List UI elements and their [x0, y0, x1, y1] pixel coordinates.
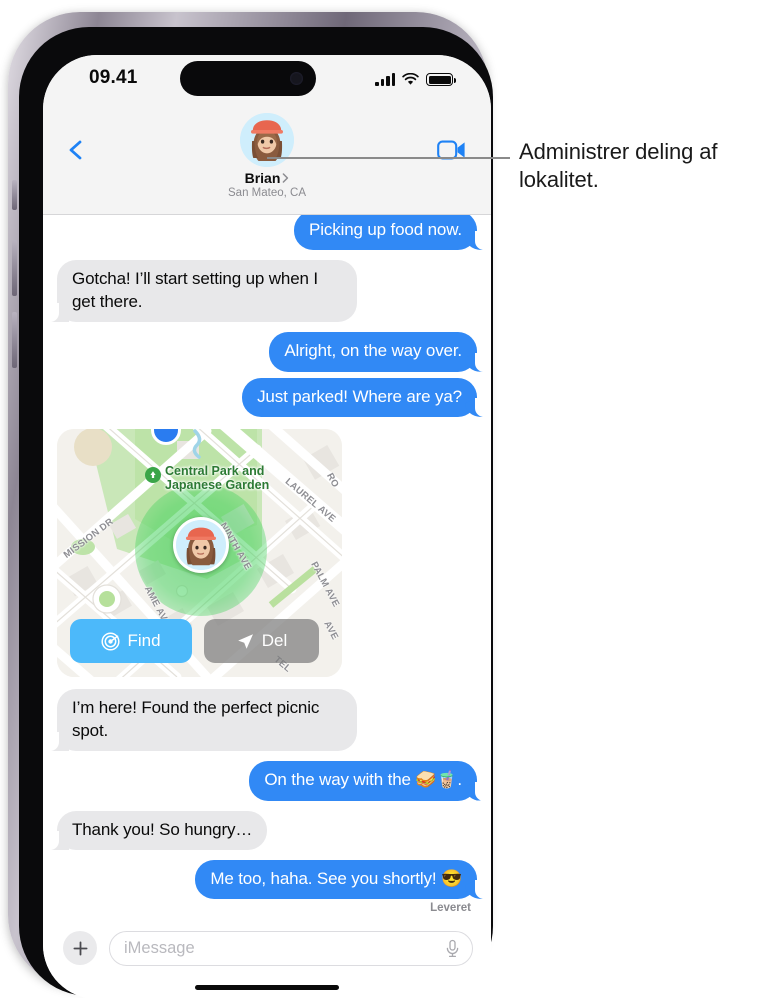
- callout-leader-line: [267, 157, 510, 160]
- battery-full-icon: [426, 73, 456, 86]
- wifi-icon: [402, 73, 419, 85]
- cellular-bars-icon: [375, 73, 395, 86]
- message-bubble-outgoing[interactable]: Alright, on the way over.: [269, 332, 484, 373]
- screenshot-stage: 09.41 Brian San Mateo, CA Picking up foo…: [0, 0, 763, 998]
- device-screen: 09.41 Brian San Mateo, CA Picking up foo…: [43, 55, 491, 998]
- contact-name-row[interactable]: Brian: [245, 170, 290, 186]
- message-bubble-outgoing[interactable]: Just parked! Where are ya?: [242, 377, 484, 418]
- home-indicator[interactable]: [195, 984, 339, 990]
- map-attachment-row: Central Park and Japanese Garden MISSION…: [43, 429, 491, 678]
- device-bezel: 09.41 Brian San Mateo, CA Picking up foo…: [19, 27, 493, 998]
- status-bar-indicators: [375, 68, 456, 86]
- message-row: Gotcha! I’ll start setting up when I get…: [43, 260, 491, 323]
- navigation-arrow-icon: [237, 633, 253, 649]
- message-bubble-incoming[interactable]: Thank you! So hungry…: [49, 810, 268, 851]
- message-row: On the way with the 🥪🧋.: [43, 761, 491, 801]
- silent-switch[interactable]: [12, 180, 17, 210]
- message-bubble-outgoing[interactable]: On the way with the 🥪🧋.: [249, 761, 484, 801]
- imessage-field[interactable]: [109, 931, 473, 966]
- dynamic-island: [180, 61, 316, 96]
- shared-location-map[interactable]: Central Park and Japanese Garden MISSION…: [57, 429, 342, 678]
- message-row: I’m here! Found the perfect picnic spot.: [43, 689, 491, 752]
- front-camera-icon: [290, 72, 303, 85]
- find-button-label: Find: [127, 631, 161, 651]
- message-bubble-outgoing[interactable]: Picking up food now.: [294, 215, 484, 251]
- callout-annotation: Administrer deling af lokalitet.: [519, 139, 718, 193]
- message-row: Just parked! Where are ya?: [43, 377, 491, 418]
- search-input[interactable]: [124, 939, 445, 958]
- find-button[interactable]: Find: [70, 619, 192, 664]
- contact-name: Brian: [244, 170, 281, 186]
- share-button-label: Del: [261, 631, 288, 651]
- status-bar-clock: 09.41: [89, 67, 138, 88]
- message-list[interactable]: Picking up food now. Gotcha! I’ll start …: [43, 215, 491, 915]
- plus-icon[interactable]: [63, 931, 97, 965]
- message-row: Me too, haha. See you shortly! 😎: [43, 859, 491, 900]
- status-bar: 09.41: [43, 55, 491, 107]
- volume-up-button[interactable]: [12, 240, 17, 296]
- message-row: Picking up food now.: [43, 215, 491, 251]
- contact-header-block[interactable]: Brian San Mateo, CA: [43, 113, 491, 199]
- volume-down-button[interactable]: [12, 312, 17, 368]
- park-tree-icon: [145, 467, 161, 484]
- map-action-buttons: Find Del: [70, 619, 319, 664]
- delivered-status: Leveret: [430, 902, 471, 915]
- message-bubble-outgoing[interactable]: Me too, haha. See you shortly! 😎: [195, 859, 484, 900]
- message-row: Thank you! So hungry…: [43, 810, 491, 851]
- message-bubble-incoming[interactable]: Gotcha! I’ll start setting up when I get…: [50, 260, 357, 323]
- chevron-right-icon: [283, 173, 289, 183]
- message-row: Alright, on the way over.: [43, 332, 491, 373]
- contact-location: San Mateo, CA: [228, 187, 306, 199]
- share-location-button[interactable]: Del: [204, 619, 319, 664]
- memoji-map-pin[interactable]: [173, 517, 229, 574]
- message-bubble-incoming[interactable]: I’m here! Found the perfect picnic spot.: [50, 689, 357, 752]
- map-park-label: Central Park and Japanese Garden: [165, 464, 270, 493]
- radar-target-icon: [101, 632, 121, 651]
- conversation-header: Brian San Mateo, CA: [43, 107, 491, 215]
- microphone-icon[interactable]: [445, 939, 460, 958]
